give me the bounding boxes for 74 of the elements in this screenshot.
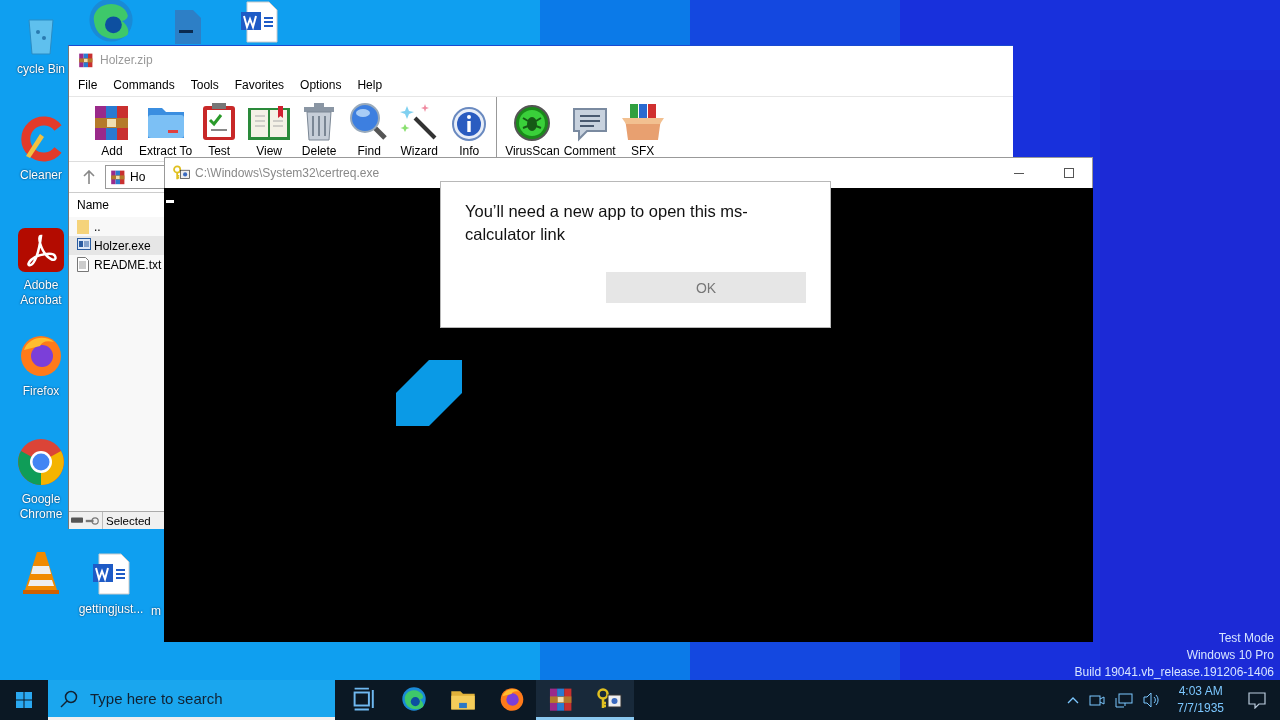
network-icon[interactable] xyxy=(1115,692,1134,708)
program-file-icon xyxy=(77,238,91,250)
winrar-app-icon xyxy=(110,169,126,185)
file-name: Holzer.exe xyxy=(94,238,151,253)
menu-item[interactable]: Options xyxy=(299,78,343,92)
time-text: 4:03 AM xyxy=(1178,683,1223,700)
speaker-icon[interactable] xyxy=(1143,692,1162,708)
console-app-icon xyxy=(173,165,191,181)
clipboard-icon xyxy=(201,102,238,142)
icon-label: gettingjust... xyxy=(78,602,144,617)
date-text: 7/7/1935 xyxy=(1177,700,1224,717)
menu-item[interactable]: Commands xyxy=(112,78,176,92)
camera-icon[interactable] xyxy=(1089,693,1106,707)
info-icon xyxy=(451,106,488,142)
icon-label: m xyxy=(151,604,161,619)
taskbar-app-button[interactable] xyxy=(585,680,634,720)
text-cursor xyxy=(166,200,174,203)
window-title: Holzer.zip xyxy=(100,53,153,67)
icon-label: Google Chrome xyxy=(18,492,64,522)
watermark-text: Build 19041.vb_release.191206-1406 xyxy=(1074,664,1274,681)
clock[interactable]: 4:03 AM 7/7/1935 xyxy=(1177,683,1224,717)
menu-item[interactable]: Tools xyxy=(189,78,220,92)
file-name: README.txt xyxy=(94,257,162,272)
search-icon xyxy=(60,689,78,708)
windows-logo-icon xyxy=(16,692,32,708)
traffic-cone-icon xyxy=(21,550,61,596)
file-row[interactable]: README.txt xyxy=(69,255,164,274)
icon-label: Cleaner xyxy=(20,168,62,183)
menu-item[interactable]: File xyxy=(77,78,99,92)
icon-label: Adobe Acrobat xyxy=(19,278,63,308)
speech-bubble-icon xyxy=(570,106,609,142)
status-text: Selected xyxy=(106,514,151,527)
edge-browser-icon xyxy=(87,0,135,44)
winrar-app-icon xyxy=(78,52,94,68)
taskbar-app-button[interactable] xyxy=(536,680,585,720)
glitch-artifact xyxy=(396,360,462,426)
icon-label: Firefox xyxy=(22,384,60,399)
file-row[interactable]: .. xyxy=(69,217,164,236)
trash-can-icon xyxy=(302,102,337,142)
watermark-text: Windows 10 Pro xyxy=(1186,647,1274,664)
search-field[interactable]: Type here to search xyxy=(48,680,335,720)
toolbar-button[interactable]: Add xyxy=(87,97,137,161)
word-document-icon xyxy=(239,0,279,44)
drive-icon xyxy=(71,517,83,524)
text-file-icon xyxy=(77,257,89,272)
key-icon xyxy=(85,516,99,525)
window-title: C:\Windows\System32\certreq.exe xyxy=(195,166,380,180)
notification-button[interactable] xyxy=(1248,691,1266,709)
speech-bubble-icon xyxy=(1248,691,1266,709)
edge-browser-icon xyxy=(400,685,427,712)
menu-item[interactable]: Help xyxy=(356,78,384,92)
word-document-icon xyxy=(91,552,131,596)
path-field[interactable]: Ho xyxy=(105,165,164,189)
maximize-icon xyxy=(1064,168,1074,178)
open-book-icon xyxy=(247,104,292,142)
dialog-message: You’ll need a new app to open this ms-calculator link xyxy=(465,201,749,245)
firefox-icon xyxy=(498,685,525,712)
folder-icon xyxy=(77,219,89,234)
ok-button[interactable]: OK xyxy=(606,272,806,303)
toolbar-button[interactable]: Wizard xyxy=(394,97,445,161)
ccleaner-icon xyxy=(18,116,64,162)
menu-item[interactable]: Favorites xyxy=(233,78,286,92)
file-name: .. xyxy=(94,219,101,234)
column-header[interactable]: Name xyxy=(77,198,109,212)
bug-scanner-icon xyxy=(513,104,552,142)
chevron-up-icon[interactable] xyxy=(1067,696,1080,704)
chrome-icon xyxy=(17,438,65,486)
acrobat-icon xyxy=(18,228,64,272)
minimize-icon xyxy=(1014,172,1024,174)
watermark-text: Test Mode xyxy=(1218,630,1274,647)
icon-label: cycle Bin xyxy=(17,62,65,77)
file-row[interactable]: Holzer.exe xyxy=(69,236,164,255)
up-arrow-icon[interactable] xyxy=(83,170,95,184)
package-box-icon xyxy=(620,102,665,142)
